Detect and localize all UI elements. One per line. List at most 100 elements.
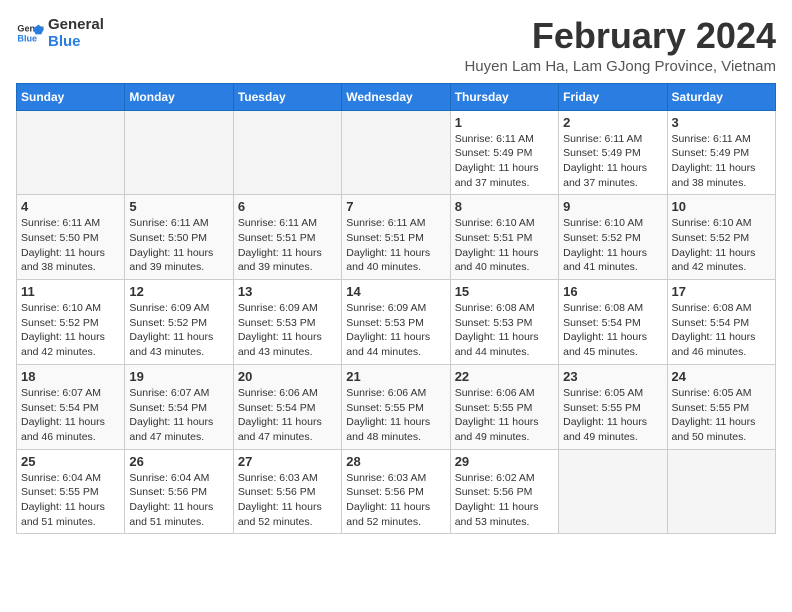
calendar-cell: 7 Sunrise: 6:11 AMSunset: 5:51 PMDaylight… [342, 195, 450, 280]
day-info: Sunrise: 6:06 AMSunset: 5:54 PMDaylight:… [238, 386, 337, 445]
day-info: Sunrise: 6:05 AMSunset: 5:55 PMDaylight:… [563, 386, 662, 445]
day-info: Sunrise: 6:04 AMSunset: 5:55 PMDaylight:… [21, 471, 120, 530]
calendar-cell: 29 Sunrise: 6:02 AMSunset: 5:56 PMDayligh… [450, 449, 558, 534]
day-of-week-header: Monday [125, 83, 233, 110]
calendar-cell: 24Sunrise: 6:05 AMSunset: 5:55 PMDayligh… [667, 364, 775, 449]
calendar-cell: 5Sunrise: 6:11 AMSunset: 5:50 PMDaylight… [125, 195, 233, 280]
calendar-cell: 25 Sunrise: 6:04 AMSunset: 5:55 PMDayligh… [17, 449, 125, 534]
day-of-week-header: Sunday [17, 83, 125, 110]
day-of-week-header: Saturday [667, 83, 775, 110]
day-info: Sunrise: 6:11 AMSunset: 5:49 PMDaylight:… [672, 132, 771, 191]
day-of-week-header: Thursday [450, 83, 558, 110]
day-number: 24 [672, 369, 771, 384]
calendar-cell: 3 Sunrise: 6:11 AMSunset: 5:49 PMDaylight… [667, 110, 775, 195]
calendar-cell [17, 110, 125, 195]
day-number: 6 [238, 199, 337, 214]
day-number: 21 [346, 369, 445, 384]
day-info: Sunrise: 6:11 AMSunset: 5:51 PMDaylight:… [346, 216, 445, 275]
day-info: Sunrise: 6:09 AMSunset: 5:52 PMDaylight:… [129, 301, 228, 360]
day-info: Sunrise: 6:02 AMSunset: 5:56 PMDaylight:… [455, 471, 554, 530]
day-number: 16 [563, 284, 662, 299]
day-number: 22 [455, 369, 554, 384]
day-of-week-header: Wednesday [342, 83, 450, 110]
day-number: 8 [455, 199, 554, 214]
day-info: Sunrise: 6:08 AMSunset: 5:54 PMDaylight:… [563, 301, 662, 360]
day-number: 29 [455, 454, 554, 469]
calendar-cell: 27 Sunrise: 6:03 AMSunset: 5:56 PMDayligh… [233, 449, 341, 534]
day-number: 12 [129, 284, 228, 299]
header: General Blue General Blue February 2024 … [16, 16, 776, 75]
day-info: Sunrise: 6:07 AMSunset: 5:54 PMDaylight:… [21, 386, 120, 445]
day-number: 3 [672, 115, 771, 130]
day-number: 20 [238, 369, 337, 384]
day-number: 11 [21, 284, 120, 299]
calendar-cell: 11 Sunrise: 6:10 AMSunset: 5:52 PMDayligh… [17, 280, 125, 365]
day-info: Sunrise: 6:08 AMSunset: 5:53 PMDaylight:… [455, 301, 554, 360]
day-number: 10 [672, 199, 771, 214]
day-info: Sunrise: 6:11 AMSunset: 5:49 PMDaylight:… [455, 132, 554, 191]
day-info: Sunrise: 6:10 AMSunset: 5:52 PMDaylight:… [672, 216, 771, 275]
calendar-cell: 10 Sunrise: 6:10 AMSunset: 5:52 PMDayligh… [667, 195, 775, 280]
day-info: Sunrise: 6:08 AMSunset: 5:54 PMDaylight:… [672, 301, 771, 360]
svg-text:Blue: Blue [17, 33, 37, 43]
day-info: Sunrise: 6:03 AMSunset: 5:56 PMDaylight:… [346, 471, 445, 530]
day-number: 7 [346, 199, 445, 214]
subtitle: Huyen Lam Ha, Lam GJong Province, Vietna… [464, 58, 776, 75]
day-info: Sunrise: 6:07 AMSunset: 5:54 PMDaylight:… [129, 386, 228, 445]
day-of-week-header: Friday [559, 83, 667, 110]
day-number: 26 [129, 454, 228, 469]
calendar-cell: 21Sunrise: 6:06 AMSunset: 5:55 PMDayligh… [342, 364, 450, 449]
logo: General Blue General Blue [16, 16, 104, 50]
day-info: Sunrise: 6:06 AMSunset: 5:55 PMDaylight:… [455, 386, 554, 445]
calendar-cell: 12 Sunrise: 6:09 AMSunset: 5:52 PMDayligh… [125, 280, 233, 365]
calendar-cell: 9 Sunrise: 6:10 AMSunset: 5:52 PMDaylight… [559, 195, 667, 280]
logo-line1: General [48, 16, 104, 33]
day-of-week-header: Tuesday [233, 83, 341, 110]
day-info: Sunrise: 6:10 AMSunset: 5:52 PMDaylight:… [21, 301, 120, 360]
day-number: 4 [21, 199, 120, 214]
day-info: Sunrise: 6:04 AMSunset: 5:56 PMDaylight:… [129, 471, 228, 530]
calendar-cell: 18 Sunrise: 6:07 AMSunset: 5:54 PMDayligh… [17, 364, 125, 449]
calendar-cell: 2 Sunrise: 6:11 AMSunset: 5:49 PMDaylight… [559, 110, 667, 195]
day-number: 15 [455, 284, 554, 299]
day-number: 25 [21, 454, 120, 469]
day-info: Sunrise: 6:10 AMSunset: 5:52 PMDaylight:… [563, 216, 662, 275]
calendar-week-row: 4 Sunrise: 6:11 AMSunset: 5:50 PMDaylight… [17, 195, 776, 280]
calendar-week-row: 25 Sunrise: 6:04 AMSunset: 5:55 PMDayligh… [17, 449, 776, 534]
calendar-cell: 22 Sunrise: 6:06 AMSunset: 5:55 PMDayligh… [450, 364, 558, 449]
calendar-week-row: 11 Sunrise: 6:10 AMSunset: 5:52 PMDayligh… [17, 280, 776, 365]
calendar-cell: 13Sunrise: 6:09 AMSunset: 5:53 PMDayligh… [233, 280, 341, 365]
day-number: 27 [238, 454, 337, 469]
day-number: 17 [672, 284, 771, 299]
calendar-table: SundayMondayTuesdayWednesdayThursdayFrid… [16, 83, 776, 535]
day-number: 9 [563, 199, 662, 214]
calendar-cell: 4 Sunrise: 6:11 AMSunset: 5:50 PMDaylight… [17, 195, 125, 280]
calendar-cell [342, 110, 450, 195]
logo-line2: Blue [48, 33, 104, 50]
day-number: 5 [129, 199, 228, 214]
calendar-cell: 14 Sunrise: 6:09 AMSunset: 5:53 PMDayligh… [342, 280, 450, 365]
day-number: 28 [346, 454, 445, 469]
calendar-cell: 23Sunrise: 6:05 AMSunset: 5:55 PMDayligh… [559, 364, 667, 449]
calendar-cell: 19 Sunrise: 6:07 AMSunset: 5:54 PMDayligh… [125, 364, 233, 449]
calendar-cell [559, 449, 667, 534]
calendar-cell: 16 Sunrise: 6:08 AMSunset: 5:54 PMDayligh… [559, 280, 667, 365]
main-title: February 2024 [464, 16, 776, 56]
calendar-cell: 20 Sunrise: 6:06 AMSunset: 5:54 PMDayligh… [233, 364, 341, 449]
day-number: 18 [21, 369, 120, 384]
calendar-cell: 26 Sunrise: 6:04 AMSunset: 5:56 PMDayligh… [125, 449, 233, 534]
day-info: Sunrise: 6:11 AMSunset: 5:50 PMDaylight:… [21, 216, 120, 275]
day-number: 14 [346, 284, 445, 299]
calendar-cell: 17 Sunrise: 6:08 AMSunset: 5:54 PMDayligh… [667, 280, 775, 365]
day-number: 19 [129, 369, 228, 384]
day-info: Sunrise: 6:03 AMSunset: 5:56 PMDaylight:… [238, 471, 337, 530]
day-info: Sunrise: 6:09 AMSunset: 5:53 PMDaylight:… [238, 301, 337, 360]
day-info: Sunrise: 6:11 AMSunset: 5:49 PMDaylight:… [563, 132, 662, 191]
day-number: 2 [563, 115, 662, 130]
day-info: Sunrise: 6:10 AMSunset: 5:51 PMDaylight:… [455, 216, 554, 275]
logo-icon: General Blue [16, 19, 44, 47]
calendar-week-row: 18 Sunrise: 6:07 AMSunset: 5:54 PMDayligh… [17, 364, 776, 449]
day-info: Sunrise: 6:09 AMSunset: 5:53 PMDaylight:… [346, 301, 445, 360]
title-area: February 2024 Huyen Lam Ha, Lam GJong Pr… [464, 16, 776, 75]
calendar-cell: 15 Sunrise: 6:08 AMSunset: 5:53 PMDayligh… [450, 280, 558, 365]
